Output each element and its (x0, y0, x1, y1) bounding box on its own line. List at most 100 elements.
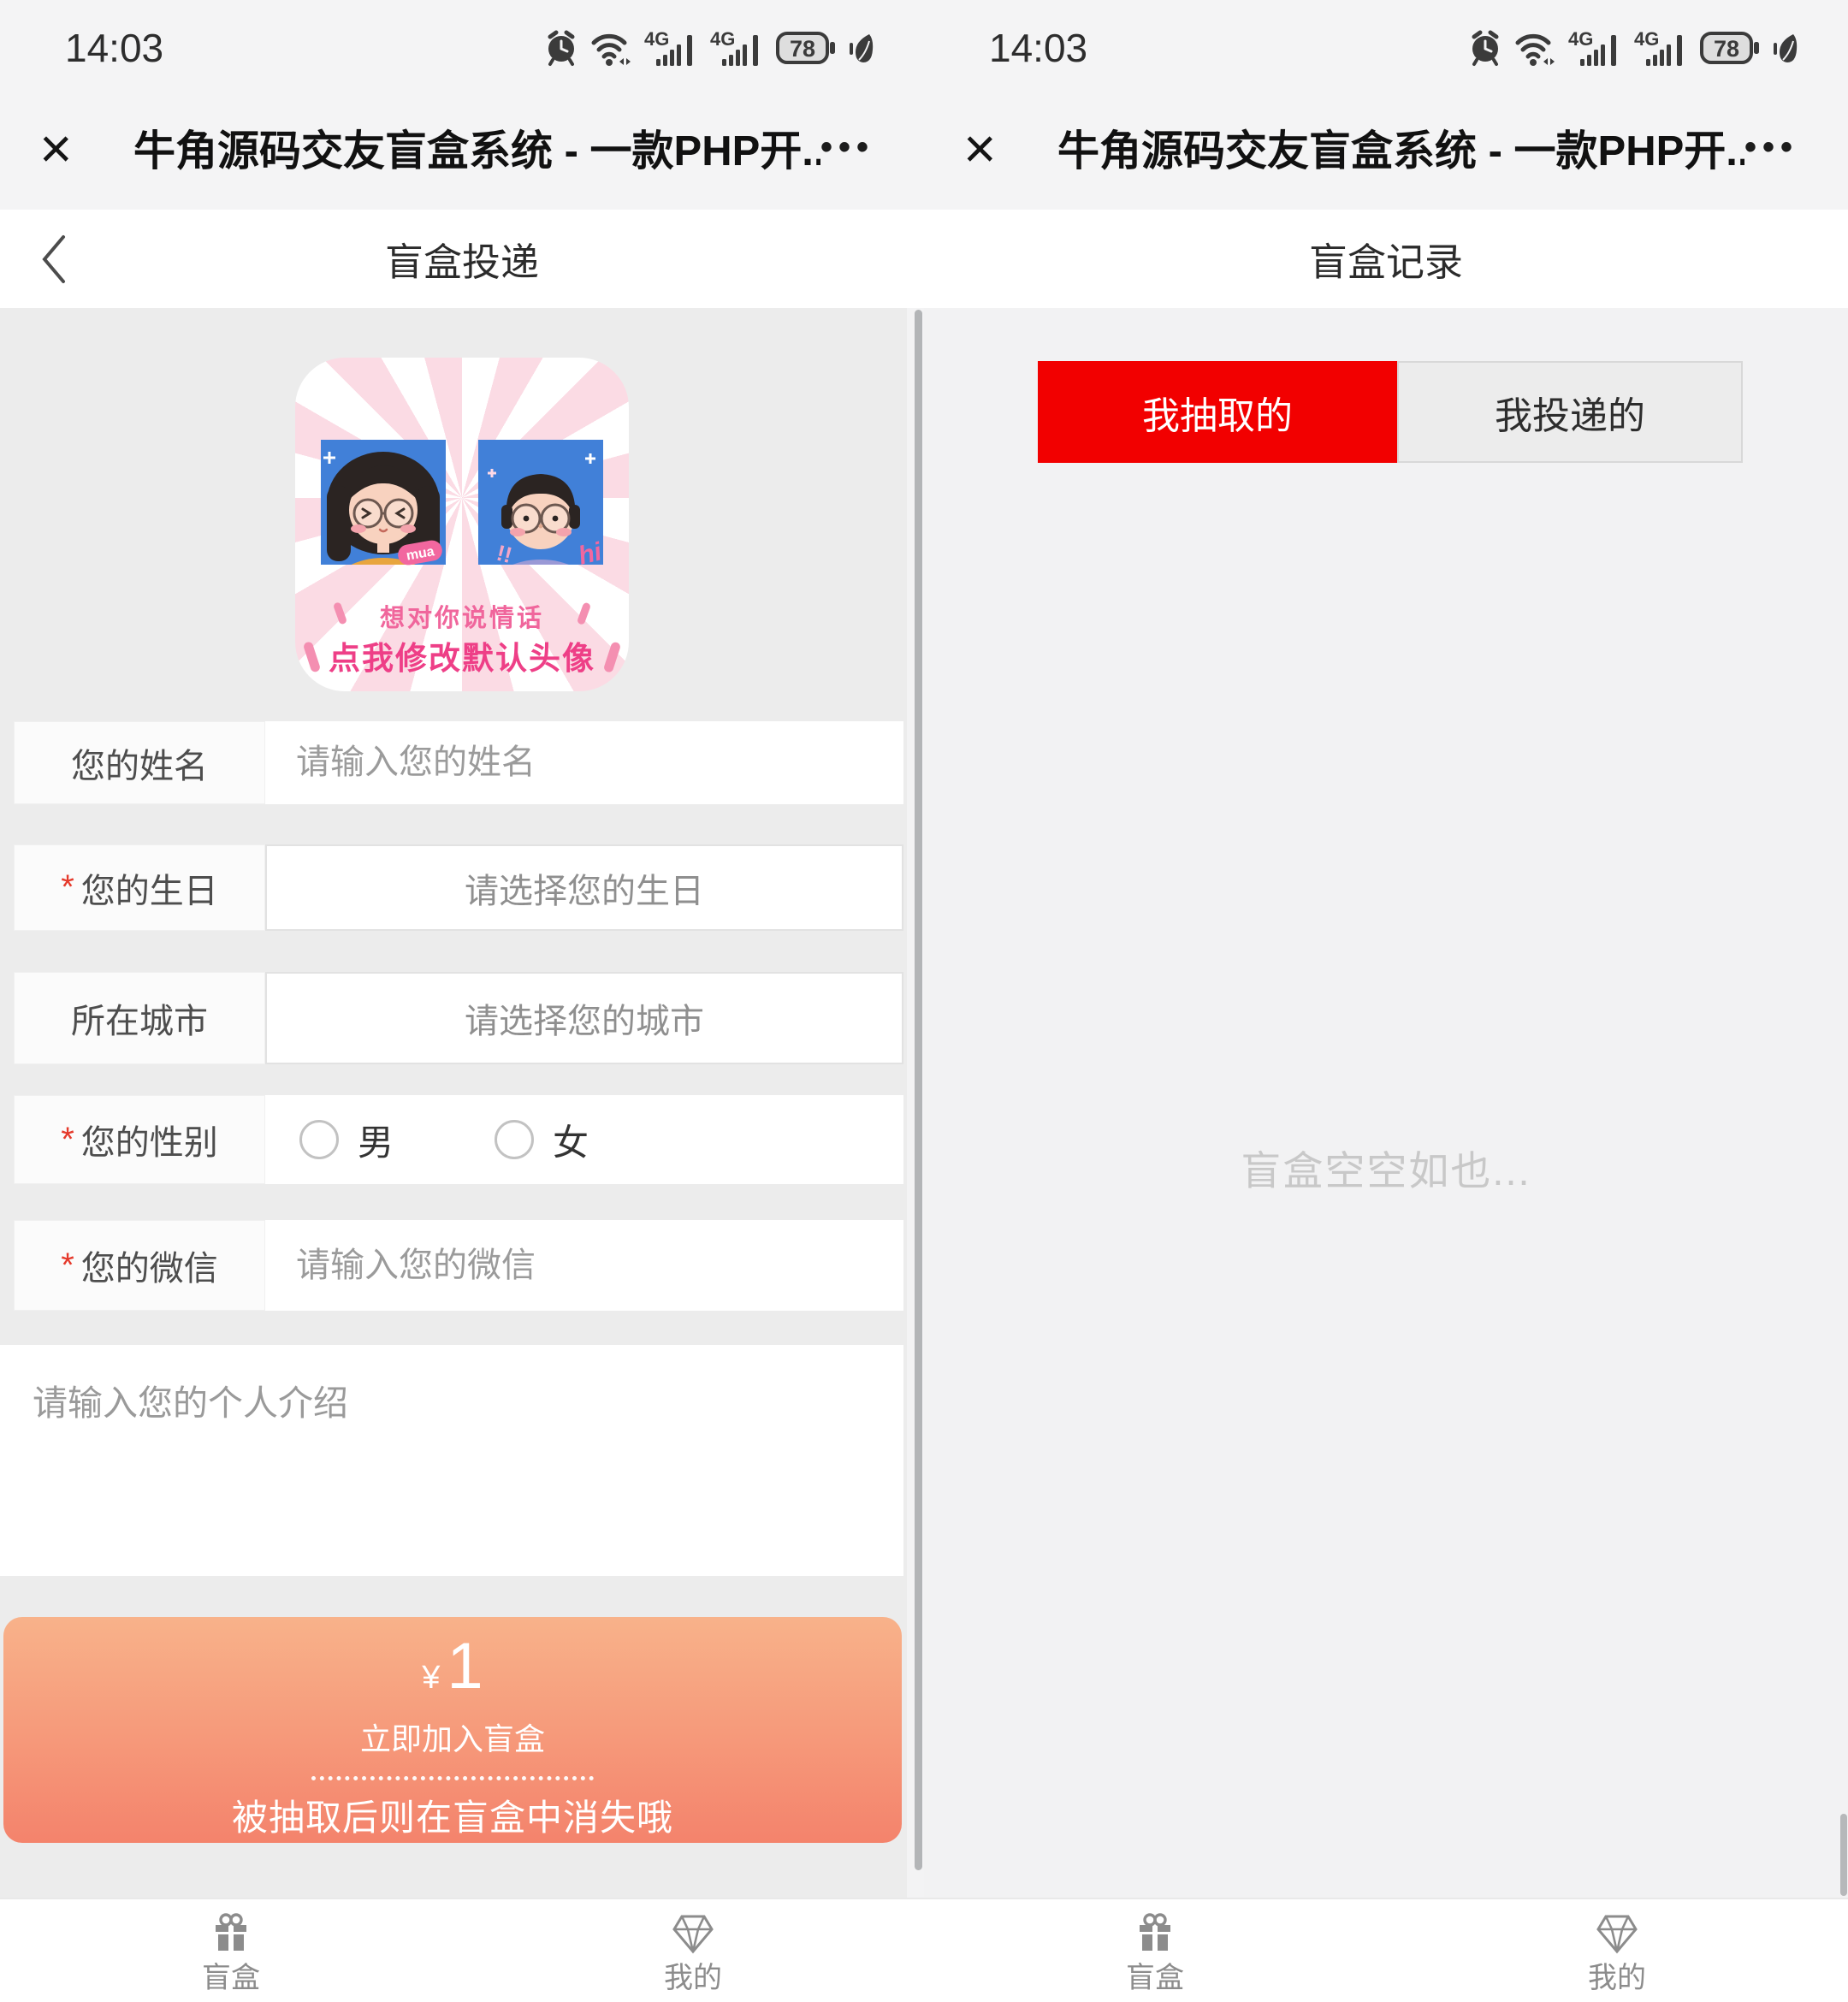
join-action-label: 立即加入盲盒 (360, 1715, 545, 1759)
svg-text:4G: 4G (644, 28, 669, 50)
intro-textarea-wrap (0, 1345, 903, 1576)
signal-4g-icon-sim1: 4G (1568, 28, 1621, 68)
page-title: 盲盒投递 (385, 231, 539, 287)
wechat-input[interactable] (265, 1247, 903, 1285)
tab-blindbox-label: 盲盒 (202, 1964, 260, 1993)
webview-page-title: 牛角源码交友盲盒系统 - 一款PHP开... (133, 117, 820, 178)
bottom-tab-bar: 盲盒 我的 (0, 1898, 924, 2002)
required-mark: * (61, 868, 74, 907)
scrollbar-thumb[interactable] (915, 310, 922, 1870)
diamond-icon (1593, 1909, 1641, 1957)
browser-title-bar: × 牛角源码交友盲盒系统 - 一款PHP开... ••• (924, 86, 1848, 210)
wechat-label-text: 您的微信 (81, 1241, 218, 1290)
tab-blindbox[interactable]: 盲盒 (924, 1899, 1386, 2002)
birthday-label: * 您的生日 (14, 844, 265, 931)
dotted-divider (311, 1776, 594, 1780)
name-input[interactable] (265, 743, 903, 782)
status-bar: 14:03 4G (0, 0, 924, 86)
required-mark: * (61, 1121, 74, 1159)
form-row-birthday: * 您的生日 请选择您的生日 (14, 844, 903, 931)
gift-icon (207, 1909, 255, 1957)
tab-blindbox-label: 盲盒 (1126, 1964, 1184, 1993)
webview-page-title: 牛角源码交友盲盒系统 - 一款PHP开... (1057, 117, 1744, 178)
battery-icon: 78 (776, 28, 836, 68)
tab-blindbox[interactable]: 盲盒 (0, 1899, 462, 2002)
clock-time: 14:03 (65, 25, 163, 71)
name-field-cell (265, 721, 903, 804)
gender-label-text: 您的性别 (81, 1115, 218, 1164)
currency-symbol: ¥ (422, 1661, 440, 1694)
back-icon[interactable] (36, 232, 70, 287)
required-mark: * (61, 1247, 74, 1285)
gender-radio-female[interactable] (495, 1120, 534, 1159)
delivery-form-content: mua (0, 308, 924, 1898)
default-avatar-card[interactable]: mua (295, 358, 629, 691)
city-label: 所在城市 (14, 972, 265, 1064)
svg-text:4G: 4G (710, 28, 735, 50)
avatar-illustration: mua (295, 358, 629, 691)
price-amount: 1 (447, 1634, 483, 1699)
wechat-label: * 您的微信 (14, 1220, 265, 1311)
svg-text:78: 78 (1714, 36, 1739, 62)
gender-field-cell: 男 女 (265, 1095, 903, 1184)
records-tab-group: 我抽取的 我投递的 (1038, 361, 1743, 463)
status-icons: 4G 4G 78 (1469, 28, 1798, 68)
form-row-city: 所在城市 请选择您的城市 (14, 972, 903, 1064)
alarm-clock-icon (1469, 29, 1502, 67)
battery-icon: 78 (1700, 28, 1760, 68)
records-screen: 14:03 4G (924, 0, 1848, 2002)
records-content: 我抽取的 我投递的 盲盒空空如也... (924, 308, 1848, 1898)
intro-textarea[interactable] (0, 1345, 903, 1576)
tab-mine-label: 我的 (664, 1964, 722, 1993)
city-picker[interactable]: 请选择您的城市 (265, 972, 903, 1064)
bottom-tab-bar: 盲盒 我的 (924, 1898, 1848, 2002)
tab-mine[interactable]: 我的 (1386, 1899, 1848, 2002)
tab-mine-label: 我的 (1588, 1964, 1646, 1993)
more-menu-icon[interactable]: ••• (1744, 128, 1798, 167)
close-icon[interactable]: × (963, 120, 1057, 176)
svg-text:78: 78 (790, 36, 815, 62)
close-icon[interactable]: × (39, 120, 133, 176)
page-title: 盲盒记录 (1309, 231, 1463, 287)
tab-mine[interactable]: 我的 (462, 1899, 924, 2002)
girl-character (323, 452, 440, 616)
scrollbar-thumb[interactable] (1840, 1814, 1847, 1896)
name-label-text: 您的姓名 (71, 738, 208, 788)
browser-title-bar: × 牛角源码交友盲盒系统 - 一款PHP开... ••• (0, 86, 924, 210)
signal-4g-icon-sim2: 4G (710, 28, 763, 68)
gender-option-male[interactable]: 男 (358, 1114, 394, 1166)
wifi-icon (590, 29, 631, 67)
eco-leaf-icon (1773, 29, 1798, 67)
status-bar: 14:03 4G (924, 0, 1848, 86)
more-menu-icon[interactable]: ••• (820, 128, 874, 167)
signal-4g-icon-sim1: 4G (644, 28, 697, 68)
form-row-gender: * 您的性别 男 女 (14, 1095, 903, 1184)
price: ¥ 1 (422, 1634, 483, 1699)
gender-option-female[interactable]: 女 (553, 1114, 589, 1166)
status-icons: 4G 4G 78 (545, 28, 874, 68)
diamond-icon (669, 1909, 717, 1957)
name-label: 您的姓名 (14, 721, 265, 804)
gift-icon (1131, 1909, 1179, 1957)
signal-4g-icon-sim2: 4G (1634, 28, 1687, 68)
form-row-wechat: * 您的微信 (14, 1220, 903, 1311)
avatar-caption-top: 想对你说情话 (380, 604, 544, 632)
tab-my-deliveries[interactable]: 我投递的 (1397, 361, 1743, 463)
tab-my-draws[interactable]: 我抽取的 (1038, 361, 1397, 463)
gender-radio-male[interactable] (299, 1120, 339, 1159)
page-nav-bar: 盲盒投递 (0, 210, 924, 308)
gender-label: * 您的性别 (14, 1095, 265, 1184)
page-nav-bar: 盲盒记录 (924, 210, 1848, 308)
empty-state-text: 盲盒空空如也... (924, 1138, 1848, 1197)
join-note: 被抽取后则在盲盒中消失哦 (232, 1789, 673, 1841)
alarm-clock-icon (545, 29, 578, 67)
birthday-picker[interactable]: 请选择您的生日 (265, 844, 903, 931)
avatar-caption-bottom: 点我修改默认头像 (329, 641, 595, 676)
svg-text:4G: 4G (1568, 28, 1593, 50)
wifi-icon (1514, 29, 1555, 67)
svg-text:4G: 4G (1634, 28, 1659, 50)
join-blindbox-button[interactable]: ¥ 1 立即加入盲盒 被抽取后则在盲盒中消失哦 (3, 1617, 902, 1843)
form-row-name: 您的姓名 (14, 721, 903, 804)
wechat-field-cell (265, 1220, 903, 1311)
clock-time: 14:03 (989, 25, 1087, 71)
